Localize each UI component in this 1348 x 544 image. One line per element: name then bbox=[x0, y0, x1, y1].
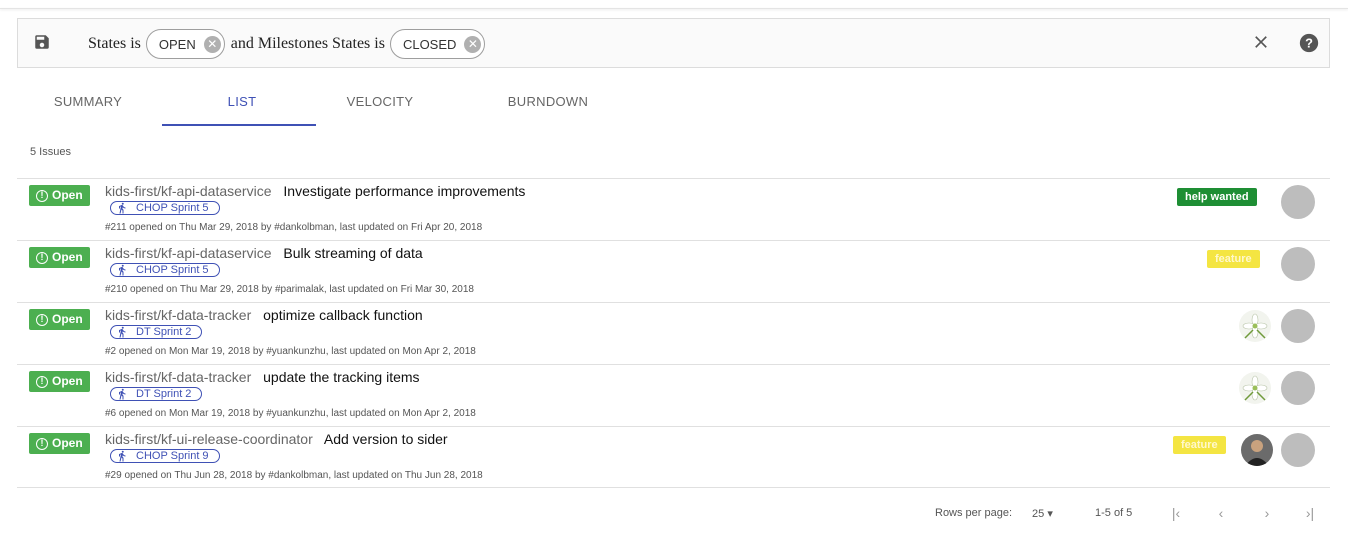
help-icon[interactable]: ? bbox=[1298, 32, 1320, 54]
issue-row[interactable]: ! Open kids-first/kf-data-tracker update … bbox=[17, 364, 1330, 426]
issue-repo[interactable]: kids-first/kf-data-tracker bbox=[105, 369, 251, 385]
filter-expression: States is OPEN ✕ and Milestones States i… bbox=[88, 29, 491, 59]
assignee-avatar[interactable] bbox=[1241, 434, 1273, 466]
issue-repo[interactable]: kids-first/kf-api-dataservice bbox=[105, 183, 272, 199]
milestone-label: CHOP Sprint 5 bbox=[136, 264, 209, 276]
issue-title[interactable]: optimize callback function bbox=[263, 307, 423, 323]
active-tab-indicator bbox=[162, 124, 316, 126]
info-icon: ! bbox=[36, 313, 48, 326]
assignee-avatar[interactable] bbox=[1239, 310, 1271, 342]
info-icon: ! bbox=[36, 189, 48, 202]
issue-repo[interactable]: kids-first/kf-data-tracker bbox=[105, 307, 251, 323]
tab-burndown[interactable]: BURNDOWN bbox=[498, 92, 598, 128]
issue-row[interactable]: ! Open kids-first/kf-data-tracker optimiz… bbox=[17, 302, 1330, 364]
open-state-badge: ! Open bbox=[29, 247, 90, 268]
milestone-chip[interactable]: DT Sprint 2 bbox=[110, 325, 203, 339]
tab-list[interactable]: LIST bbox=[202, 92, 282, 128]
assignee-avatar[interactable] bbox=[1239, 372, 1271, 404]
label-feature[interactable]: feature bbox=[1173, 436, 1226, 454]
pagination-bar: Rows per page: 25 ▾ 1-5 of 5 |‹ ‹ › ›| bbox=[0, 502, 1348, 526]
issue-repo[interactable]: kids-first/kf-api-dataservice bbox=[105, 245, 272, 261]
state-label: Open bbox=[52, 250, 83, 264]
avatar bbox=[1281, 371, 1315, 405]
chip-label: OPEN bbox=[158, 36, 196, 52]
last-page-icon[interactable]: ›| bbox=[1302, 505, 1318, 521]
issue-row[interactable]: ! Open kids-first/kf-api-dataservice Inve… bbox=[17, 178, 1330, 240]
state-label: Open bbox=[52, 312, 83, 326]
issue-list: ! Open kids-first/kf-api-dataservice Inve… bbox=[17, 178, 1330, 488]
info-icon: ! bbox=[36, 251, 48, 264]
first-page-icon[interactable]: |‹ bbox=[1168, 505, 1184, 521]
close-icon[interactable] bbox=[1251, 32, 1271, 52]
issue-meta: #211 opened on Thu Mar 29, 2018 by #dank… bbox=[105, 222, 483, 233]
person-avatar-icon bbox=[1241, 434, 1273, 466]
previous-page-icon[interactable]: ‹ bbox=[1213, 505, 1229, 521]
milestone-chip[interactable]: CHOP Sprint 5 bbox=[110, 263, 220, 277]
milestone-chip[interactable]: DT Sprint 2 bbox=[110, 387, 203, 401]
info-icon: ! bbox=[36, 375, 48, 388]
avatar bbox=[1281, 185, 1315, 219]
filter-chip-open[interactable]: OPEN ✕ bbox=[145, 29, 225, 59]
page-range: 1-5 of 5 bbox=[1095, 507, 1133, 519]
filter-prefix: States is bbox=[88, 35, 141, 52]
flower-avatar-icon bbox=[1239, 372, 1271, 404]
milestone-chip[interactable]: CHOP Sprint 5 bbox=[110, 201, 220, 215]
issue-meta: #29 opened on Thu Jun 28, 2018 by #danko… bbox=[105, 470, 483, 481]
issue-row[interactable]: ! Open kids-first/kf-ui-release-coordinat… bbox=[17, 426, 1330, 488]
next-page-icon[interactable]: › bbox=[1259, 505, 1275, 521]
issue-meta: #6 opened on Mon Mar 19, 2018 by #yuanku… bbox=[105, 408, 476, 419]
running-icon bbox=[119, 388, 126, 400]
running-icon bbox=[119, 450, 126, 462]
issue-title[interactable]: Add version to sider bbox=[324, 431, 448, 447]
avatar bbox=[1281, 309, 1315, 343]
running-icon bbox=[119, 202, 126, 214]
issue-meta: #210 opened on Thu Mar 29, 2018 by #pari… bbox=[105, 284, 474, 295]
issue-title[interactable]: Investigate performance improvements bbox=[283, 183, 525, 199]
issue-meta: #2 opened on Mon Mar 19, 2018 by #yuanku… bbox=[105, 346, 476, 357]
chip-label: CLOSED bbox=[402, 36, 457, 52]
tab-velocity[interactable]: VELOCITY bbox=[340, 92, 420, 128]
issue-repo[interactable]: kids-first/kf-ui-release-coordinator bbox=[105, 431, 313, 447]
filter-chip-closed[interactable]: CLOSED ✕ bbox=[389, 29, 486, 59]
label-feature[interactable]: feature bbox=[1207, 250, 1260, 268]
chip-remove-icon[interactable]: ✕ bbox=[464, 35, 482, 53]
save-icon[interactable] bbox=[33, 33, 51, 51]
svg-text:?: ? bbox=[1305, 36, 1313, 51]
issue-title[interactable]: Bulk streaming of data bbox=[283, 245, 422, 261]
tab-summary[interactable]: SUMMARY bbox=[48, 92, 128, 128]
rows-per-page-value: 25 bbox=[1032, 508, 1045, 520]
milestone-label: CHOP Sprint 5 bbox=[136, 202, 209, 214]
milestone-label: CHOP Sprint 9 bbox=[136, 450, 209, 462]
state-label: Open bbox=[52, 188, 83, 202]
running-icon bbox=[119, 264, 126, 276]
avatar bbox=[1281, 247, 1315, 281]
milestone-label: DT Sprint 2 bbox=[136, 326, 192, 338]
issue-count: 5 Issues bbox=[30, 146, 71, 158]
top-divider bbox=[0, 8, 1348, 9]
rows-per-page-select[interactable]: 25 ▾ bbox=[1032, 507, 1053, 520]
info-icon: ! bbox=[36, 437, 48, 450]
running-icon bbox=[119, 326, 126, 338]
open-state-badge: ! Open bbox=[29, 433, 90, 454]
label-help-wanted[interactable]: help wanted bbox=[1177, 188, 1257, 206]
milestone-chip[interactable]: CHOP Sprint 9 bbox=[110, 449, 220, 463]
rows-per-page-label: Rows per page: bbox=[935, 507, 1013, 519]
open-state-badge: ! Open bbox=[29, 309, 90, 330]
caret-down-icon: ▾ bbox=[1047, 508, 1053, 520]
chip-remove-icon[interactable]: ✕ bbox=[203, 35, 221, 53]
milestone-label: DT Sprint 2 bbox=[136, 388, 192, 400]
issue-row[interactable]: ! Open kids-first/kf-api-dataservice Bulk… bbox=[17, 240, 1330, 302]
state-label: Open bbox=[52, 374, 83, 388]
flower-avatar-icon bbox=[1239, 310, 1271, 342]
issue-title[interactable]: update the tracking items bbox=[263, 369, 419, 385]
avatar bbox=[1281, 433, 1315, 467]
open-state-badge: ! Open bbox=[29, 185, 90, 206]
open-state-badge: ! Open bbox=[29, 371, 90, 392]
filter-middle: and Milestones States is bbox=[230, 35, 385, 52]
state-label: Open bbox=[52, 436, 83, 450]
filter-bar: States is OPEN ✕ and Milestones States i… bbox=[17, 18, 1330, 68]
